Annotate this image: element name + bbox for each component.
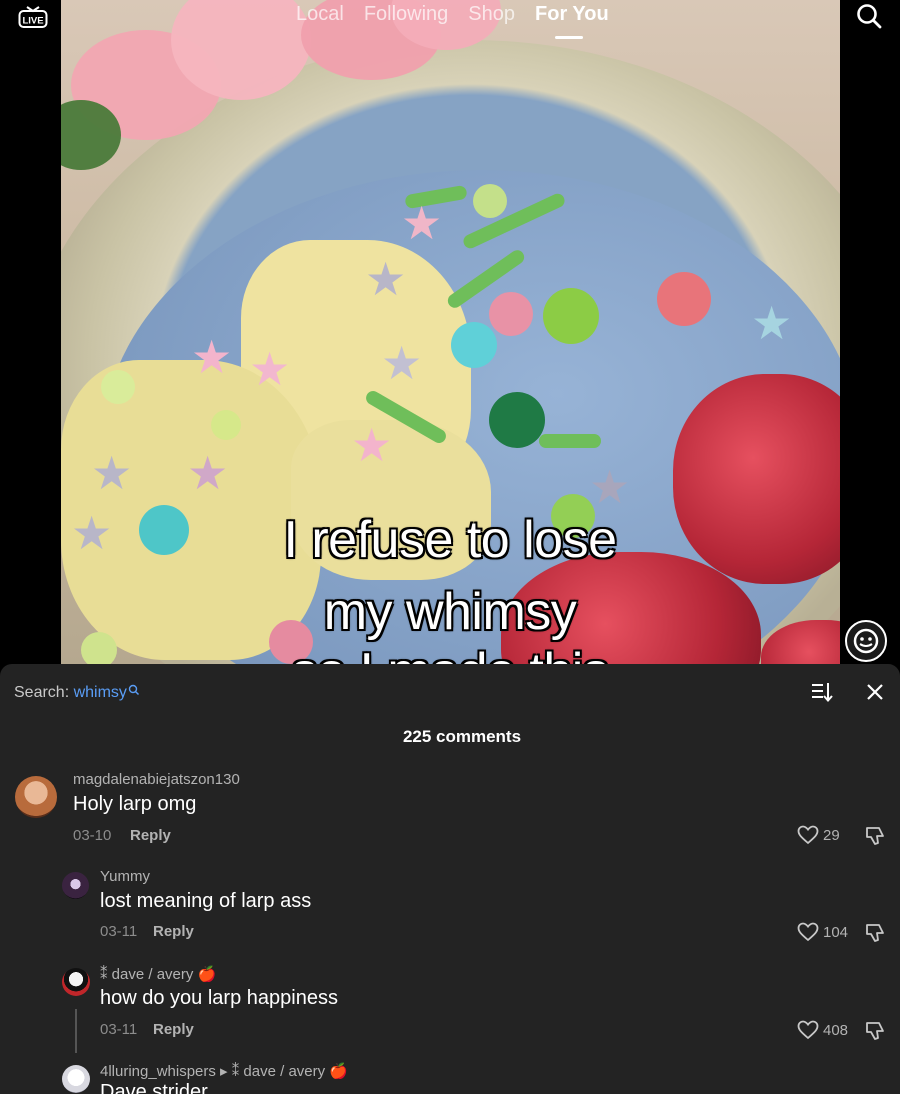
tv-live-icon: LIVE	[18, 6, 48, 28]
sort-comments-button[interactable]	[810, 680, 834, 704]
like-button[interactable]: 29	[797, 825, 840, 845]
search-icon	[857, 4, 882, 29]
thread-line	[75, 1009, 77, 1053]
reply-button[interactable]: Reply	[153, 923, 194, 940]
thumbs-down-icon	[866, 924, 884, 942]
face-effect-button[interactable]	[845, 620, 887, 662]
top-navigation: LIVE Local Following Shop For You	[0, 0, 900, 44]
search-icon	[128, 684, 139, 696]
heart-icon	[797, 922, 819, 942]
tab-shop[interactable]: Shop	[468, 3, 515, 26]
comment-date: 03-11	[100, 1021, 138, 1038]
dislike-button[interactable]	[864, 825, 886, 847]
comment-text: lost meaning of larp ass	[100, 890, 312, 912]
tab-for-you[interactable]: For You	[535, 3, 609, 39]
smiley-icon	[853, 628, 879, 654]
like-count: 29	[823, 826, 840, 844]
comment-username[interactable]: magdalenabiejatszon130	[73, 771, 240, 788]
comment-date: 03-10	[73, 827, 112, 844]
video-caption-line: my whimsy	[323, 583, 577, 641]
avatar[interactable]	[15, 776, 57, 818]
like-count: 104	[823, 923, 849, 941]
video-caption-line: so I made this	[0, 642, 900, 664]
reply-button[interactable]: Reply	[130, 827, 171, 844]
comment-text: Dave strider	[100, 1081, 208, 1094]
comment-count: 225 comments	[402, 727, 522, 746]
close-comments-button[interactable]	[864, 681, 886, 703]
dislike-button[interactable]	[864, 922, 886, 944]
sort-icon	[812, 683, 833, 703]
comment-date: 03-11	[100, 923, 138, 940]
live-button[interactable]: LIVE	[18, 3, 48, 29]
heart-icon	[797, 825, 819, 845]
comment-username[interactable]: 4lluring_whispers ▸ ⁑ dave / avery 🍎	[100, 1062, 348, 1080]
tab-following[interactable]: Following	[364, 3, 448, 26]
avatar[interactable]	[62, 872, 89, 899]
avatar[interactable]	[62, 1065, 90, 1093]
thumbs-down-icon	[866, 1022, 884, 1040]
search-term-link[interactable]: whimsy	[74, 684, 127, 701]
avatar[interactable]	[62, 968, 90, 996]
feed-tabs: Local Following Shop For You	[296, 3, 609, 39]
comment-username[interactable]: Yummy	[100, 868, 150, 885]
tab-local[interactable]: Local	[296, 3, 344, 26]
svg-text:LIVE: LIVE	[22, 16, 43, 27]
like-button[interactable]: 104	[797, 922, 848, 942]
reply-button[interactable]: Reply	[153, 1021, 194, 1038]
comments-panel: Search: whimsy 225 comments magdalenabie…	[0, 664, 900, 1094]
search-button[interactable]	[856, 3, 882, 29]
video-player[interactable]: ★ ★ ★ ★ ★ ★ ★ ★ ★ ★ ★ I refuse to lose m…	[0, 0, 900, 664]
thumbs-down-icon	[866, 827, 884, 845]
video-caption-line: I refuse to lose	[283, 511, 617, 569]
like-button[interactable]: 408	[797, 1020, 848, 1040]
dislike-button[interactable]	[864, 1020, 886, 1042]
comment-text: how do you larp happiness	[100, 987, 338, 1009]
heart-icon	[797, 1020, 819, 1040]
like-count: 408	[823, 1021, 849, 1039]
search-prefix: Search:	[14, 684, 70, 701]
comment-search-suggestion[interactable]: Search: whimsy	[14, 684, 140, 702]
comment-username[interactable]: ⁑ dave / avery 🍎	[100, 965, 216, 983]
comment-text: Holy larp omg	[73, 793, 197, 815]
close-icon	[867, 684, 883, 700]
